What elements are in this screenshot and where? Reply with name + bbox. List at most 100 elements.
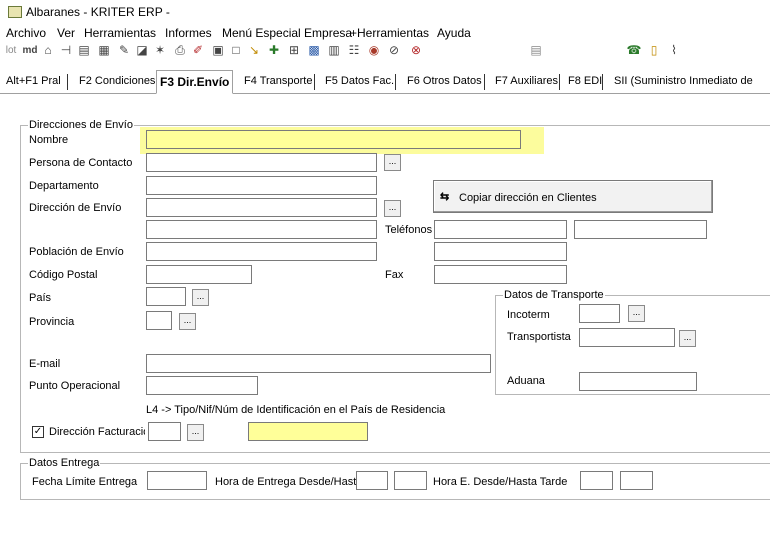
tab-sii[interactable]: SII (Suministro Inmediato de [614, 72, 753, 92]
direccion-input-1[interactable] [146, 198, 377, 217]
menu-archivo[interactable]: Archivo [6, 26, 46, 40]
copy-icon: ⇆ [440, 191, 450, 203]
l4-note: L4 -> Tipo/Nif/Núm de Identificación en … [146, 404, 446, 416]
dir-facturacion-label: Dirección Facturación [49, 426, 145, 438]
dir-facturacion-name-input[interactable] [248, 422, 368, 441]
tab-separator [314, 74, 315, 90]
battery-icon[interactable]: ☎ [626, 42, 642, 58]
clip-icon[interactable]: ↘ [246, 42, 262, 58]
incoterm-lookup-button[interactable]: ... [628, 305, 645, 322]
pais-input[interactable] [146, 287, 186, 306]
menu-especial-empresa[interactable]: Menú Especial Empresa [222, 26, 352, 40]
cp-label: Código Postal [29, 269, 98, 281]
direccion-lookup-button[interactable]: ... [384, 200, 401, 217]
toolbar: lot md ⌂ ⊣ ▤ ▦ ✎ ◪ ✶ ⎙ ✐ ▣ □ ↘ ✚ ⊞ ▩ ▥ ☷… [0, 40, 770, 62]
hora-desde-input[interactable] [356, 471, 388, 490]
fecha-entrega-input[interactable] [147, 471, 207, 490]
tab-datos-fac[interactable]: F5 Datos Fac. [325, 72, 394, 92]
add-icon[interactable]: ✚ [266, 42, 282, 58]
telefono-3-input[interactable] [434, 242, 567, 261]
menu-ayuda[interactable]: Ayuda [437, 26, 471, 40]
tab-edi[interactable]: F8 EDI [568, 72, 602, 92]
hora-tarde-desde-input[interactable] [580, 471, 613, 490]
telefonos-label: Teléfonos [385, 224, 433, 236]
transportista-label: Transportista [507, 331, 571, 343]
provincia-input[interactable] [146, 311, 172, 330]
telefono-2-input[interactable] [574, 220, 707, 239]
tab-separator [484, 74, 485, 90]
punto-input[interactable] [146, 376, 258, 395]
people-icon[interactable]: ▤ [528, 42, 544, 58]
globe-icon[interactable]: ◉ [366, 42, 382, 58]
fax-input[interactable] [434, 265, 567, 284]
tools-icon[interactable]: ⌂ [40, 42, 56, 58]
tab-separator [395, 74, 396, 90]
app-icon [8, 6, 22, 18]
menu-informes[interactable]: Informes [165, 26, 212, 40]
direccion-input-2[interactable] [146, 220, 377, 239]
table-icon[interactable]: ▩ [306, 42, 322, 58]
incoterm-label: Incoterm [507, 309, 550, 321]
attach-icon[interactable]: ▯ [646, 42, 662, 58]
nombre-input[interactable] [146, 130, 521, 149]
grid-icon[interactable]: ▦ [96, 42, 112, 58]
delivery-legend: Datos Entrega [28, 457, 101, 469]
incoterm-input[interactable] [579, 304, 620, 323]
yellowgrid-icon[interactable]: ☷ [346, 42, 362, 58]
menu-plus-herramientas[interactable]: +Herramientas [350, 26, 429, 40]
sheet-icon[interactable]: ▤ [76, 42, 92, 58]
provincia-label: Provincia [29, 316, 75, 328]
layout-icon[interactable]: ▥ [326, 42, 342, 58]
tab-separator [67, 74, 68, 90]
pen-icon[interactable]: ✐ [190, 42, 206, 58]
form-icon[interactable]: ▣ [210, 42, 226, 58]
md-icon[interactable]: md [22, 42, 38, 58]
aduana-input[interactable] [579, 372, 697, 391]
dir-facturacion-lookup-button[interactable]: ... [187, 424, 204, 441]
dir-facturacion-checkbox[interactable]: ✓ [32, 426, 44, 438]
tab-dir-envio[interactable]: F3 Dir.Envío [156, 70, 234, 94]
nombre-label: Nombre [29, 134, 69, 146]
transportista-input[interactable] [579, 328, 675, 347]
hora-entrega-label: Hora de Entrega Desde/Hasta [215, 476, 363, 488]
tab-pral[interactable]: Alt+F1 Pral [6, 72, 61, 92]
contacto-input[interactable] [146, 153, 377, 172]
window-title: Albaranes - KRITER ERP - [26, 5, 170, 19]
tab-bar: Alt+F1 Pral F2 Condiciones F3 Dir.Envío … [0, 70, 770, 94]
tab-separator [602, 74, 603, 90]
fecha-entrega-label: Fecha Límite Entrega [32, 476, 138, 488]
transportista-lookup-button[interactable]: ... [679, 330, 696, 347]
lot-icon[interactable]: lot [4, 42, 18, 58]
tab-separator [559, 74, 560, 90]
window-icon[interactable]: □ [228, 42, 244, 58]
menu-herramientas[interactable]: Herramientas [84, 26, 156, 40]
hora-hasta-input[interactable] [394, 471, 427, 490]
check-icon[interactable]: ⊘ [386, 42, 402, 58]
tab-auxiliares[interactable]: F7 Auxiliares [495, 72, 558, 92]
tab-condiciones[interactable]: F2 Condiciones [79, 72, 155, 92]
copy-address-button[interactable]: ⇆ Copiar dirección en Clientes [433, 180, 713, 213]
poblacion-input[interactable] [146, 242, 377, 261]
pais-lookup-button[interactable]: ... [192, 289, 209, 306]
tab-otros-datos[interactable]: F6 Otros Datos [407, 72, 482, 92]
preview-icon[interactable]: ◪ [134, 42, 150, 58]
hora-tarde-hasta-input[interactable] [620, 471, 653, 490]
contacto-lookup-button[interactable]: ... [384, 154, 401, 171]
tab-transporte[interactable]: F4 Transporte [244, 72, 312, 92]
split-icon[interactable]: ⊣ [58, 42, 74, 58]
tree-icon[interactable]: ⊞ [286, 42, 302, 58]
print-icon[interactable]: ⎙ [172, 42, 188, 58]
menu-ver[interactable]: Ver [57, 26, 75, 40]
transport-legend: Datos de Transporte [503, 289, 605, 301]
provincia-lookup-button[interactable]: ... [179, 313, 196, 330]
calc-icon[interactable]: ⊗ [408, 42, 424, 58]
star-icon[interactable]: ✶ [152, 42, 168, 58]
email-input[interactable] [146, 354, 491, 373]
telefono-1-input[interactable] [434, 220, 567, 239]
departamento-input[interactable] [146, 176, 377, 195]
cp-input[interactable] [146, 265, 252, 284]
wand-icon[interactable]: ✎ [116, 42, 132, 58]
paperclip-icon[interactable]: ⌇ [666, 42, 682, 58]
dir-facturacion-input[interactable] [148, 422, 181, 441]
direccion-label: Dirección de Envío [29, 202, 122, 214]
